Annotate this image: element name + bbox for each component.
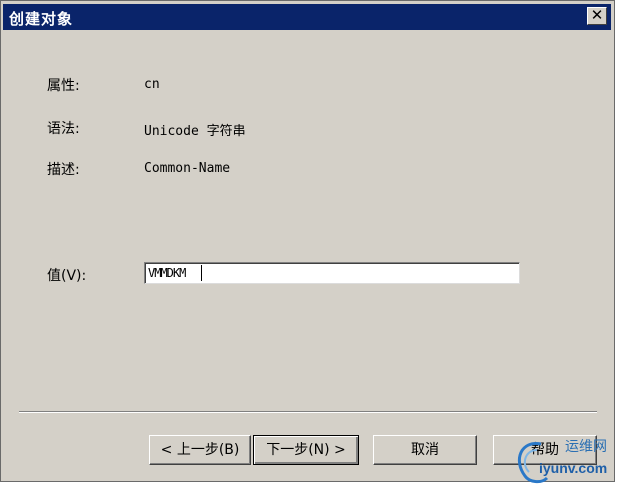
create-object-dialog: 创建对象 ✕ 属性: cn 语法: Unicode 字符串 描述: Common… — [0, 0, 615, 482]
watermark-cn-text: 运维网 — [565, 439, 607, 455]
title-bar: 创建对象 ✕ — [3, 4, 611, 30]
close-icon: ✕ — [590, 6, 604, 24]
watermark-swirl-icon — [518, 442, 549, 484]
syntax-label: 语法: — [47, 121, 80, 137]
close-button[interactable]: ✕ — [587, 7, 607, 25]
dialog-title: 创建对象 — [9, 10, 74, 28]
text-caret — [201, 265, 202, 281]
attribute-label: 属性: — [47, 78, 80, 94]
value-input[interactable]: VMMDKM — [144, 262, 520, 284]
attribute-value: cn — [144, 77, 160, 92]
syntax-value: Unicode 字符串 — [144, 124, 246, 139]
value-label: 值(V): — [47, 268, 87, 284]
back-button[interactable]: < 上一步(B) — [149, 435, 251, 465]
next-button[interactable]: 下一步(N) > — [253, 435, 359, 465]
watermark: 运维网 iyunv.com — [511, 432, 617, 484]
value-input-text: VMMDKM — [148, 266, 186, 280]
separator — [19, 411, 597, 413]
watermark-domain-text: iyunv.com — [539, 460, 608, 476]
description-value: Common-Name — [144, 161, 231, 176]
description-label: 描述: — [47, 162, 80, 178]
cancel-button[interactable]: 取消 — [373, 435, 477, 465]
